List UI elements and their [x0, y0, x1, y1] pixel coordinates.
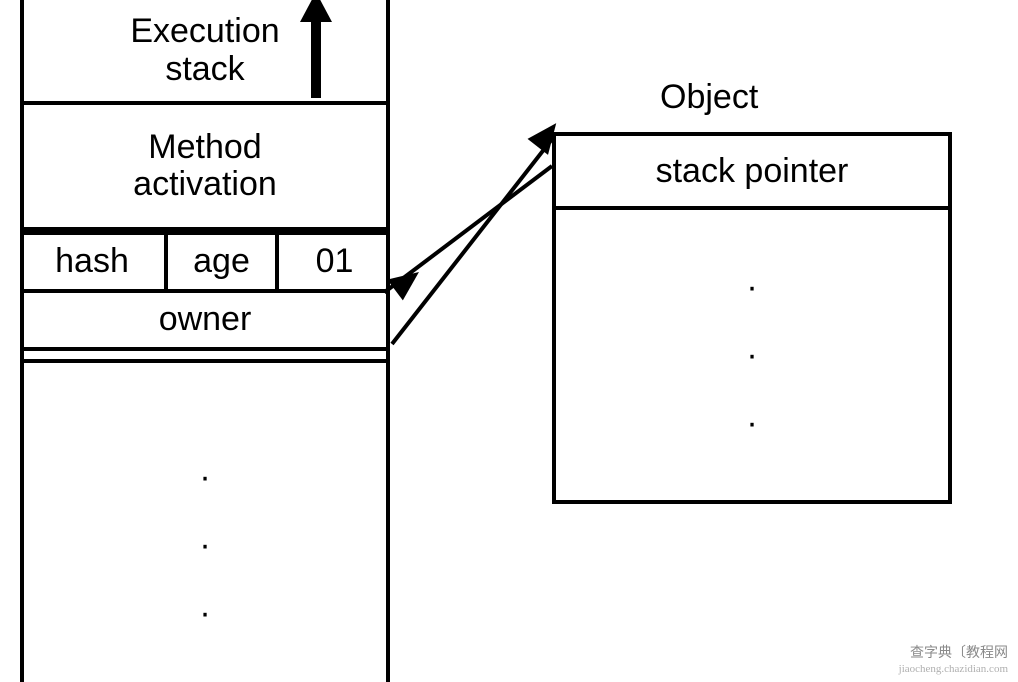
mark-word-row: hash age 01	[20, 231, 390, 293]
mark-word-age: age	[168, 235, 279, 289]
owner-row: owner	[20, 293, 390, 351]
method-activation-frame: Methodactivation	[20, 105, 390, 231]
watermark-cn: 查字典〔教程网	[899, 646, 1008, 663]
method-activation-label: Methodactivation	[133, 129, 277, 204]
stack-title: Executionstack	[130, 13, 279, 88]
watermark-en: jiaocheng.chazidian.com	[899, 663, 1008, 676]
watermark: 查字典〔教程网 jiaocheng.chazidian.com	[899, 646, 1008, 676]
object-body: ···	[556, 210, 948, 500]
pointer-object-to-stack-arrow-icon	[387, 262, 427, 301]
stack-header: Executionstack	[20, 0, 390, 105]
object-title: Object	[660, 78, 758, 117]
execution-stack: Executionstack Methodactivation hash age…	[20, 0, 390, 682]
mark-word-hash: hash	[20, 235, 168, 289]
object-header: stack pointer	[556, 136, 948, 210]
object-ellipsis-icon: ···	[746, 253, 757, 457]
owner-label: owner	[159, 301, 252, 338]
mark-word-lock-bits: 01	[279, 235, 390, 289]
pointer-owner-to-object-line	[390, 136, 554, 345]
stack-divider	[20, 351, 390, 363]
object-box: stack pointer ···	[552, 132, 952, 504]
stack-remainder: ···	[20, 363, 390, 678]
stack-growth-arrow-icon	[300, 0, 332, 22]
object-header-label: stack pointer	[656, 152, 849, 191]
stack-ellipsis-icon: ···	[199, 443, 210, 647]
